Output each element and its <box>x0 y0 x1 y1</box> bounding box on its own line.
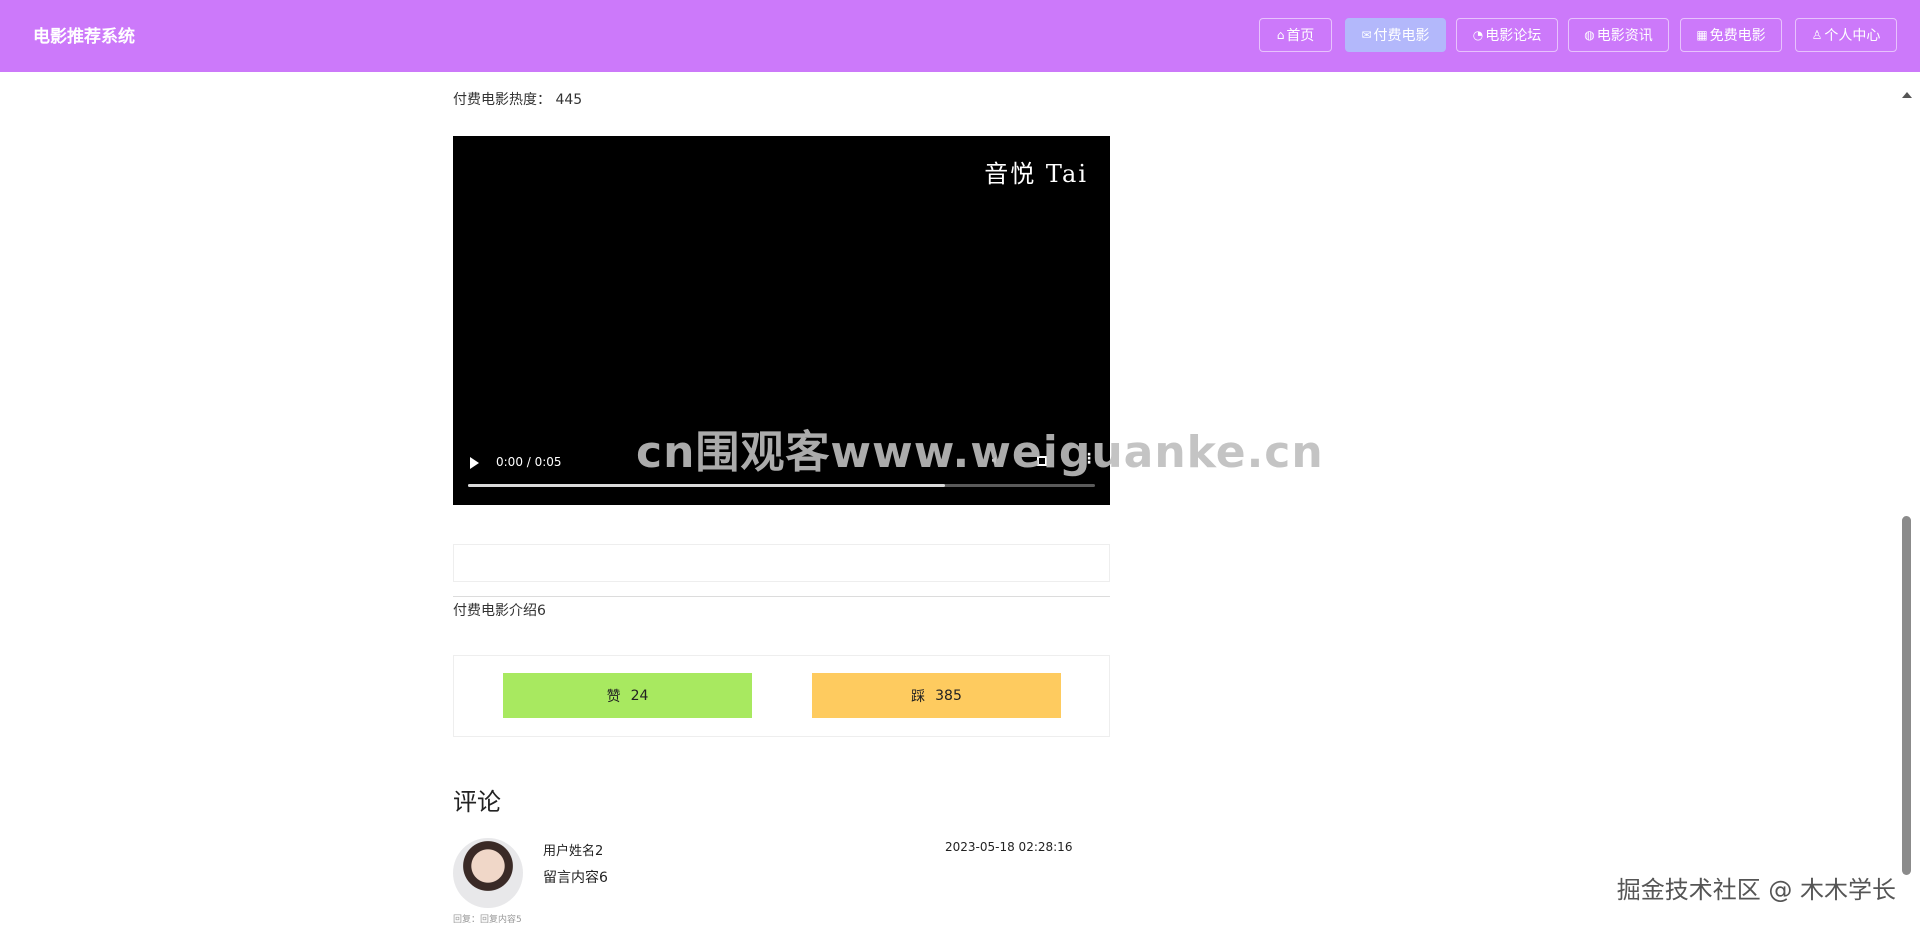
film-icon: ▦ <box>1696 28 1708 42</box>
video-watermark: 音悦 Tai <box>984 160 1088 188</box>
video-time: 0:00 / 0:05 <box>496 455 562 469</box>
scroll-up-arrow-icon[interactable] <box>1902 92 1912 98</box>
nav-free-movies-label: 免费电影 <box>1709 28 1766 44</box>
comment-username: 用户姓名2 <box>543 844 604 859</box>
nav-paid-movies[interactable]: ✉ 付费电影 <box>1345 18 1446 52</box>
nav-news-label: 电影资讯 <box>1596 28 1653 44</box>
nav-forum[interactable]: ◔ 电影论坛 <box>1456 18 1558 52</box>
movie-intro: 付费电影介绍6 <box>453 603 546 619</box>
movie-info-box <box>453 544 1110 582</box>
user-icon: ♙ <box>1811 28 1823 42</box>
top-navbar: 电影推荐系统 ⌂ 首页 ✉ 付费电影 ◔ 电影论坛 ◍ 电影资讯 ▦ 免费电影 … <box>0 0 1920 72</box>
nav-news[interactable]: ◍ 电影资讯 <box>1568 18 1669 52</box>
vote-panel: 赞 24 踩 385 <box>453 655 1110 737</box>
play-icon[interactable] <box>470 457 479 469</box>
mail-icon: ✉ <box>1361 28 1372 42</box>
video-progress-fill <box>468 484 945 487</box>
like-count: 24 <box>630 687 649 704</box>
dislike-button[interactable]: 踩 385 <box>812 673 1061 718</box>
nav-free-movies[interactable]: ▦ 免费电影 <box>1680 18 1782 52</box>
globe-icon: ◍ <box>1584 28 1595 42</box>
nav-forum-label: 电影论坛 <box>1485 28 1542 44</box>
nav-home[interactable]: ⌂ 首页 <box>1259 18 1332 52</box>
comments-title: 评论 <box>453 788 501 816</box>
nav-home-label: 首页 <box>1286 28 1315 44</box>
nav-user-center-label: 个人中心 <box>1824 28 1881 44</box>
palette-icon: ◔ <box>1472 28 1484 42</box>
page-scrollbar[interactable] <box>1894 72 1920 919</box>
avatar <box>453 838 523 908</box>
site-brand[interactable]: 电影推荐系统 <box>33 22 135 47</box>
nav-user-center[interactable]: ♙ 个人中心 <box>1795 18 1897 52</box>
juejin-watermark: 掘金技术社区 @ 木木学长 <box>1616 876 1896 904</box>
divider <box>453 596 1110 597</box>
like-button[interactable]: 赞 24 <box>503 673 752 718</box>
dislike-count: 385 <box>935 687 962 704</box>
comment-timestamp: 2023-05-18 02:28:16 <box>945 840 1073 854</box>
like-label: 赞 <box>606 688 621 705</box>
nav-paid-movies-label: 付费电影 <box>1373 28 1430 44</box>
home-icon: ⌂ <box>1276 28 1285 42</box>
dislike-label: 踩 <box>911 688 926 705</box>
site-watermark: cn围观客www.weiguanke.cn <box>636 427 1324 478</box>
scroll-thumb[interactable] <box>1902 516 1911 875</box>
movie-popularity: 付费电影热度： 445 <box>453 92 583 108</box>
video-progress-bar[interactable] <box>468 484 1095 487</box>
comment-text: 留言内容6 <box>543 870 608 886</box>
